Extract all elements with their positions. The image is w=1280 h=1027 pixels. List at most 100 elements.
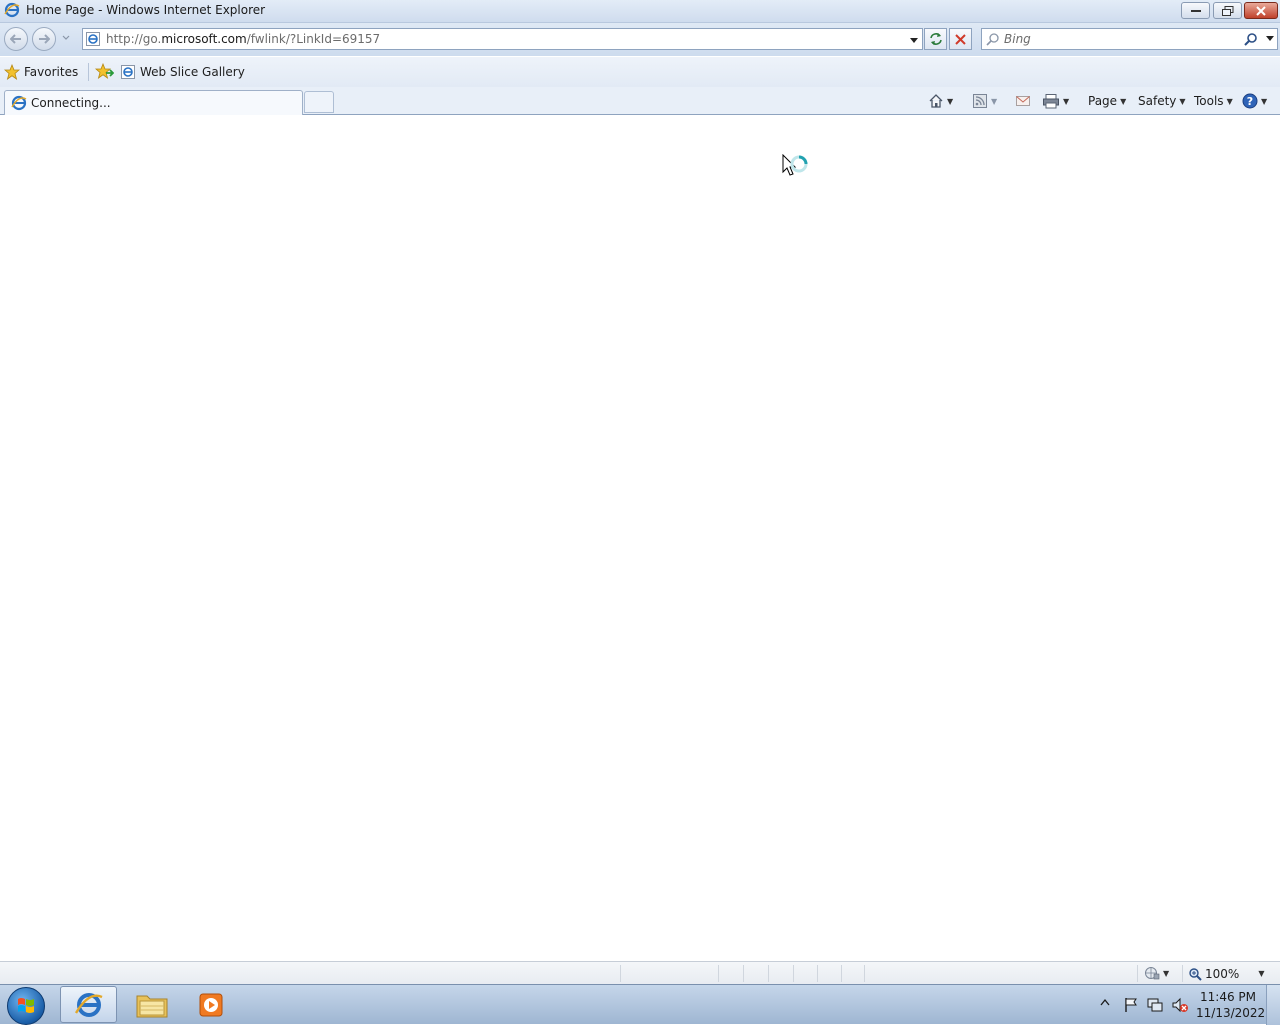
forward-button[interactable]: [32, 27, 56, 51]
help-icon: ?: [1242, 93, 1258, 109]
media-player-icon: [199, 993, 222, 1016]
status-divider: [768, 965, 769, 982]
page-dropdown-icon: ▼: [1120, 96, 1127, 106]
favorites-bar: Favorites Web Slice Gallery: [0, 57, 1280, 87]
search-provider-icon: [986, 33, 999, 46]
status-divider: [718, 965, 719, 982]
rss-feed-icon: [973, 94, 987, 108]
print-dropdown-icon[interactable]: ▼: [1063, 97, 1069, 106]
favorites-button[interactable]: Favorites: [4, 62, 78, 82]
network-icon[interactable]: [1146, 996, 1164, 1014]
page-icon: [86, 32, 100, 46]
add-to-favorites-bar-icon[interactable]: [94, 63, 114, 81]
print-button[interactable]: ▼: [1042, 92, 1069, 110]
taskbar-internet-explorer[interactable]: [60, 986, 117, 1023]
globe-lock-icon: [1145, 967, 1160, 980]
zoom-dropdown-icon: ▼: [1258, 969, 1265, 978]
taskbar-windows-explorer[interactable]: [123, 986, 180, 1023]
minimize-icon: [1190, 9, 1201, 12]
ie-loading-icon: [11, 95, 27, 111]
clock-time: 11:46 PM: [1200, 990, 1256, 1004]
status-bar: ▼ 100% ▼: [0, 961, 1280, 984]
search-options-dropdown-icon[interactable]: [1265, 35, 1275, 43]
folder-icon: [136, 995, 167, 1017]
search-box[interactable]: [981, 28, 1278, 50]
status-divider: [743, 965, 744, 982]
mail-icon: [1016, 96, 1030, 106]
status-divider: [620, 965, 621, 982]
web-slice-gallery-label: Web Slice Gallery: [140, 65, 245, 79]
tab-label: Connecting...: [31, 96, 111, 110]
status-divider: [1182, 965, 1183, 982]
show-desktop-button[interactable]: [1266, 985, 1280, 1025]
address-bar[interactable]: http://go.microsoft.com/fwlink/?LinkId=6…: [82, 28, 923, 50]
restore-button[interactable]: [1213, 2, 1242, 19]
stop-icon: [955, 33, 966, 45]
tab-active[interactable]: Connecting...: [4, 90, 303, 115]
feeds-dropdown-icon[interactable]: ▼: [991, 97, 997, 106]
tools-menu[interactable]: Tools ▼: [1194, 92, 1233, 110]
zoom-icon: [1189, 967, 1202, 981]
clock-date: 11/13/2022: [1196, 1006, 1266, 1020]
arrow-left-icon: [10, 34, 21, 44]
taskbar: 11:46 PM 11/13/2022: [0, 984, 1280, 1025]
zoom-button[interactable]: 100% ▼: [1188, 965, 1264, 982]
volume-muted-icon[interactable]: [1171, 996, 1189, 1014]
feeds-button[interactable]: ▼: [972, 92, 997, 110]
star-icon: [4, 64, 20, 80]
safety-menu-label: Safety: [1138, 94, 1177, 108]
system-clock[interactable]: 11:46 PM 11/13/2022: [1196, 989, 1266, 1021]
tools-menu-label: Tools: [1194, 94, 1224, 108]
tools-dropdown-icon: ▼: [1226, 96, 1233, 106]
protected-mode-dropdown-icon: ▼: [1163, 968, 1170, 978]
status-divider: [1137, 965, 1138, 982]
taskbar-media-player[interactable]: [183, 986, 240, 1023]
page-content[interactable]: [0, 115, 1280, 961]
home-dropdown-icon[interactable]: ▼: [947, 97, 953, 106]
divider: [88, 63, 89, 81]
page-menu[interactable]: Page ▼: [1088, 92, 1126, 110]
home-icon: [929, 94, 943, 108]
home-button[interactable]: ▼: [928, 92, 953, 110]
status-divider: [793, 965, 794, 982]
search-input[interactable]: [1004, 31, 1244, 47]
stop-button[interactable]: [949, 28, 972, 50]
windows-logo-icon: [18, 998, 34, 1013]
start-button[interactable]: [7, 987, 45, 1025]
help-button[interactable]: ? ▼: [1242, 92, 1267, 110]
busy-cursor-icon: [782, 154, 808, 176]
address-url[interactable]: http://go.microsoft.com/fwlink/?LinkId=6…: [106, 32, 380, 46]
favorites-label: Favorites: [24, 65, 79, 79]
ie-page-icon: [121, 65, 135, 79]
refresh-button[interactable]: [924, 28, 947, 50]
status-divider: [817, 965, 818, 982]
minimize-button[interactable]: [1181, 2, 1210, 19]
read-mail-button[interactable]: [1015, 92, 1031, 110]
close-icon: [1256, 5, 1266, 16]
svg-text:?: ?: [1247, 95, 1253, 108]
safety-dropdown-icon: ▼: [1179, 96, 1186, 106]
title-bar: Home Page - Windows Internet Explorer: [0, 0, 1280, 23]
protected-mode-button[interactable]: ▼: [1144, 965, 1169, 981]
back-button[interactable]: [4, 27, 28, 51]
help-dropdown-icon: ▼: [1261, 96, 1268, 106]
status-divider: [841, 965, 842, 982]
arrow-right-icon: [39, 34, 50, 44]
action-center-flag-icon[interactable]: [1123, 997, 1139, 1013]
page-menu-label: Page: [1088, 94, 1118, 108]
ie-logo-icon: [74, 992, 103, 1017]
ie-logo-icon: [4, 2, 20, 18]
zoom-level: 100%: [1205, 966, 1240, 981]
address-dropdown-icon[interactable]: [909, 35, 919, 45]
show-hidden-icons-icon[interactable]: [1100, 998, 1110, 1006]
close-button[interactable]: [1244, 2, 1278, 19]
web-slice-gallery-link[interactable]: Web Slice Gallery: [120, 62, 245, 82]
new-tab-button[interactable]: [304, 91, 334, 113]
safety-menu[interactable]: Safety ▼: [1138, 92, 1186, 110]
window-title: Home Page - Windows Internet Explorer: [26, 3, 266, 17]
restore-icon: [1221, 5, 1233, 16]
recent-pages-dropdown-icon[interactable]: [61, 33, 71, 43]
search-icon[interactable]: [1244, 32, 1258, 46]
status-divider: [864, 965, 865, 982]
navigation-bar: http://go.microsoft.com/fwlink/?LinkId=6…: [0, 23, 1280, 56]
